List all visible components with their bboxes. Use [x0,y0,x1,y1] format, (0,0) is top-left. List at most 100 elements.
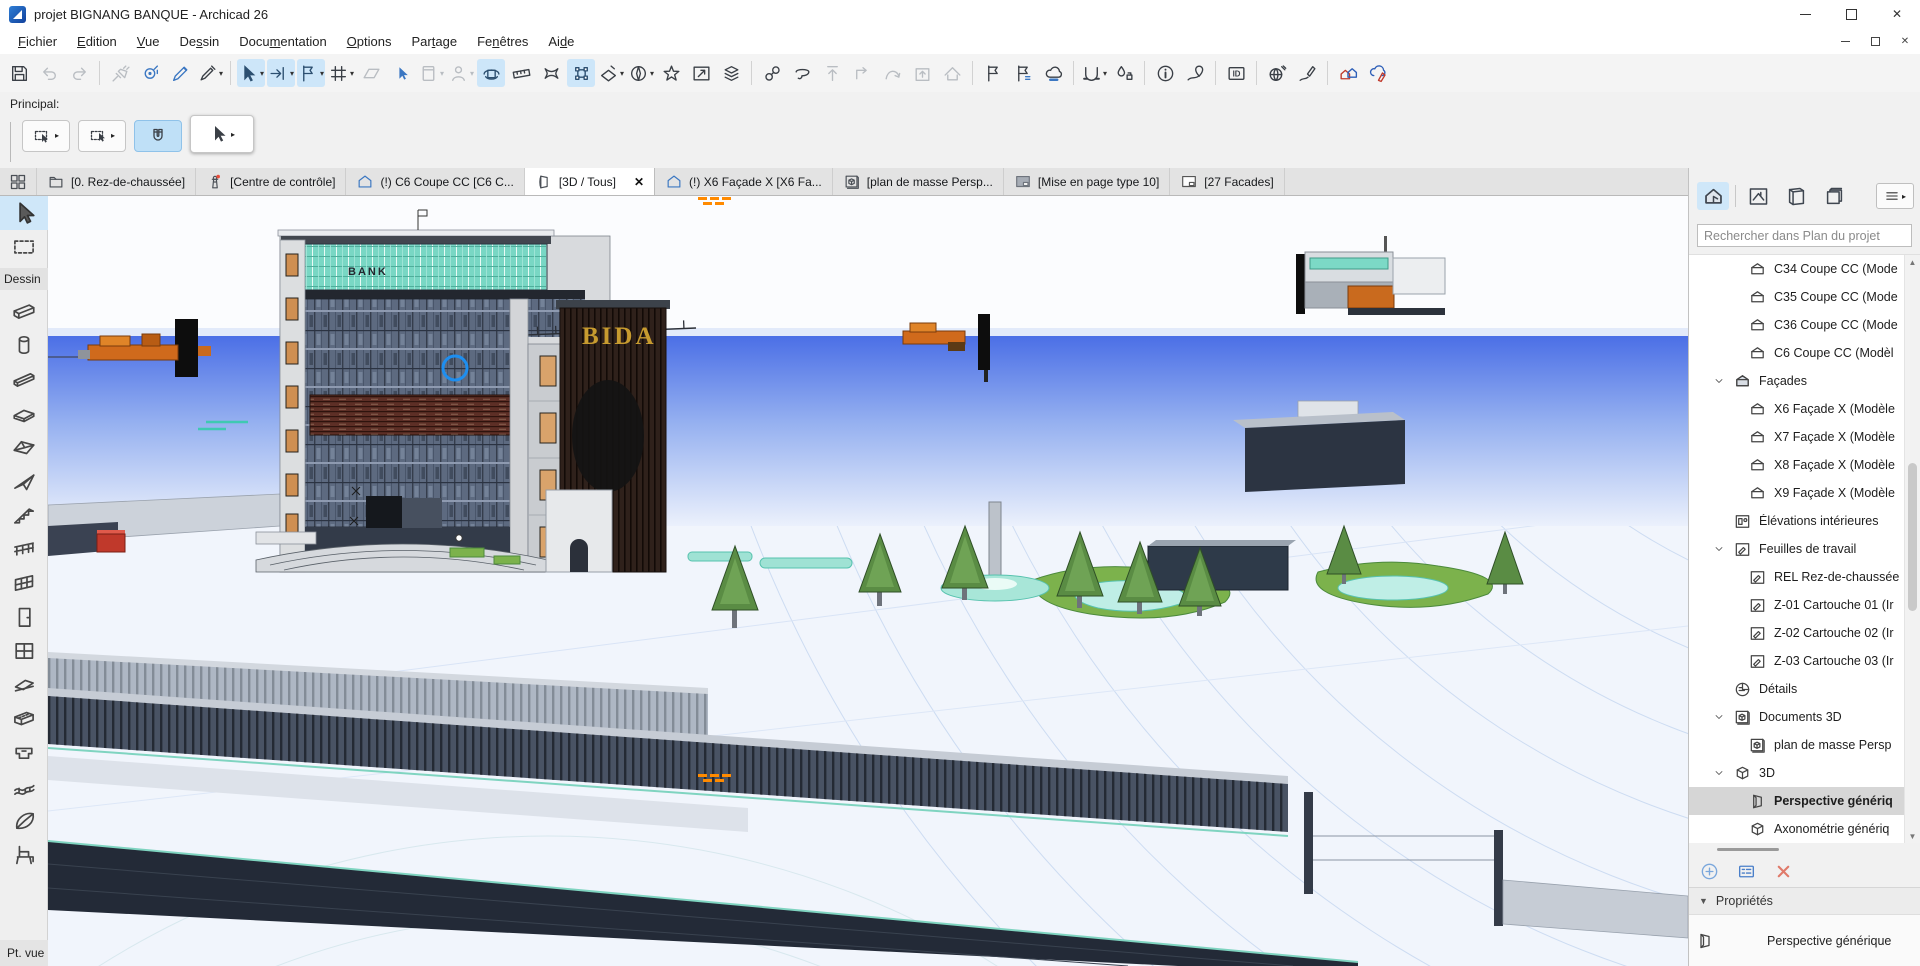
toolbar-favorites-button[interactable] [657,59,685,87]
tab-8[interactable]: [27 Facades] [1170,168,1284,195]
toolbar-geo-locate-button[interactable] [1181,59,1209,87]
menu-item-aide[interactable]: Aide [538,31,584,52]
maximize-button[interactable] [1828,0,1874,28]
close-button[interactable]: ✕ [1874,0,1920,28]
toolbar-inject-parameters-button[interactable]: ▾ [196,59,224,87]
principal-magnet-snap-button[interactable] [134,120,182,152]
tab-7[interactable]: [Mise en page type 10] [1004,168,1170,195]
chevron-down-icon[interactable] [1713,543,1725,555]
tab-close-icon[interactable]: ✕ [634,175,644,189]
toolbar-measure-button[interactable] [507,59,535,87]
toolbar-render-styles-button[interactable] [1110,59,1138,87]
tree-item-x8-facade-x-modele[interactable]: X8 Façade X (Modèle [1689,451,1920,479]
tool-skylight[interactable] [0,668,48,702]
tool-opening[interactable] [0,702,48,736]
menu-item-fenetres[interactable]: Fenêtres [467,31,538,52]
toolbar-guide-lines-button[interactable]: ▾ [327,59,355,87]
toolbar-pick-parameters-button[interactable] [166,59,194,87]
tree-scrollbar[interactable]: ▲ ▼ [1904,255,1920,843]
tool-morph[interactable] [0,464,48,498]
tool-door[interactable] [0,600,48,634]
tab-6[interactable]: [plan de masse Persp... [833,168,1004,195]
tree-item-3d[interactable]: 3D [1689,759,1920,787]
search-input[interactable] [1697,224,1912,247]
tree-item-z-03-cartouche-03-ir[interactable]: Z-03 Cartouche 03 (Ir [1689,647,1920,675]
tab-5[interactable]: (!) X6 Façade X [X6 Fa... [655,168,833,195]
palette-grip[interactable] [10,122,11,162]
toolbar-lasso-select-button[interactable] [788,59,816,87]
toolbar-layers-button[interactable] [717,59,745,87]
tool-slab[interactable] [0,396,48,430]
toolbar-undo-button[interactable] [35,59,63,87]
toolbar-rotate-edit-button[interactable]: ▾ [597,59,625,87]
toolbar-dimension-button[interactable]: ▾ [1080,59,1108,87]
toolbar-edit-nodes-button[interactable] [567,59,595,87]
tree-item-documents-3d[interactable]: Documents 3D [1689,703,1920,731]
scroll-up-icon[interactable]: ▲ [1905,255,1920,269]
tab-overview-button[interactable] [0,168,37,195]
toolbar-id-manager-button[interactable]: ID [1222,59,1250,87]
tool-shell[interactable] [0,804,48,838]
toolbar-trace-reference-button[interactable] [357,59,385,87]
tree-item-perspective-generiq[interactable]: Perspective génériq [1689,787,1920,815]
tree-item-c35-coupe-cc-mode[interactable]: C35 Coupe CC (Mode [1689,283,1920,311]
toolbar-cloud-upload-button[interactable] [1039,59,1067,87]
toolbar-save-button[interactable] [5,59,33,87]
tool-stair[interactable] [0,498,48,532]
tool-arrow[interactable] [0,196,48,230]
tree-item-x6-facade-x-modele[interactable]: X6 Façade X (Modèle [1689,395,1920,423]
scroll-thumb[interactable] [1908,463,1917,611]
doc-minimize-button[interactable] [1830,41,1860,42]
toolbar-zoom-to-drawing-button[interactable] [687,59,715,87]
tree-item-feuilles-de-travail[interactable]: Feuilles de travail [1689,535,1920,563]
tool-zone[interactable] [0,736,48,770]
menu-item-dessin[interactable]: Dessin [169,31,229,52]
tree-item-plan-de-masse-persp[interactable]: plan de masse Persp [1689,731,1920,759]
toolbar-consultation-button[interactable] [537,59,565,87]
navigator-tab-project-map[interactable] [1697,182,1729,210]
menu-item-fichier[interactable]: Fichier [8,31,67,52]
tree-item-z-01-cartouche-01-ir[interactable]: Z-01 Cartouche 01 (Ir [1689,591,1920,619]
tool-roof[interactable] [0,430,48,464]
tool-column[interactable] [0,328,48,362]
principal-arrow-big-button[interactable]: ▸ [190,115,254,153]
menu-item-partage[interactable]: Partage [402,31,468,52]
scroll-down-icon[interactable]: ▼ [1905,829,1920,843]
settings-button[interactable] [1736,861,1757,882]
toolbar-flag-issues-button[interactable] [1009,59,1037,87]
toolbar-show-panel-button[interactable]: ▾ [417,59,445,87]
tool-marquee[interactable] [0,230,48,264]
tab-3[interactable]: (!) C6 Coupe CC [C6 C... [346,168,524,195]
toolbar-arrow-tool-button[interactable]: ▾ [237,59,265,87]
doc-close-button[interactable]: ✕ [1890,36,1920,47]
toolbar-element-info-button[interactable] [1151,59,1179,87]
navigator-tab-view-map[interactable] [1742,182,1774,210]
toolbar-redo-button[interactable] [65,59,93,87]
tool-mesh[interactable] [0,770,48,804]
toolbar-spline-edit-button[interactable] [878,59,906,87]
tree-item-elevations-interieures[interactable]: Élévations intérieures [1689,507,1920,535]
menu-item-documentation[interactable]: Documentation [229,31,336,52]
tool-object[interactable] [0,838,48,872]
toolbar-pick-up-parameters-button[interactable] [106,59,134,87]
tree-item-rel-rez-de-chaussee[interactable]: REL Rez-de-chaussée [1689,563,1920,591]
tree-item-details[interactable]: Détails [1689,675,1920,703]
toolbar-markup-pen-button[interactable] [1293,59,1321,87]
doc-restore-button[interactable] [1860,37,1890,46]
delete-button[interactable] [1773,861,1794,882]
tree-item-x7-facade-x-modele[interactable]: X7 Façade X (Modèle [1689,423,1920,451]
navigator-menu-button[interactable]: ▸ [1876,183,1914,209]
chevron-down-icon[interactable] [1713,711,1725,723]
add-button[interactable] [1699,861,1720,882]
toolbar-link-elements-button[interactable] [758,59,786,87]
tree-item-facades[interactable]: Façades [1689,367,1920,395]
menu-item-options[interactable]: Options [337,31,402,52]
tool-window[interactable] [0,634,48,668]
toolbar-orbit-3d-button[interactable] [477,59,505,87]
toolbar-snap-guides-button[interactable]: ▾ [267,59,295,87]
tree-item-c6-coupe-cc-model[interactable]: C6 Coupe CC (Modèl [1689,339,1920,367]
tool-beam[interactable] [0,362,48,396]
tool-wall[interactable] [0,294,48,328]
menu-item-vue[interactable]: Vue [127,31,170,52]
navigator-tab-layout-book[interactable] [1780,182,1812,210]
